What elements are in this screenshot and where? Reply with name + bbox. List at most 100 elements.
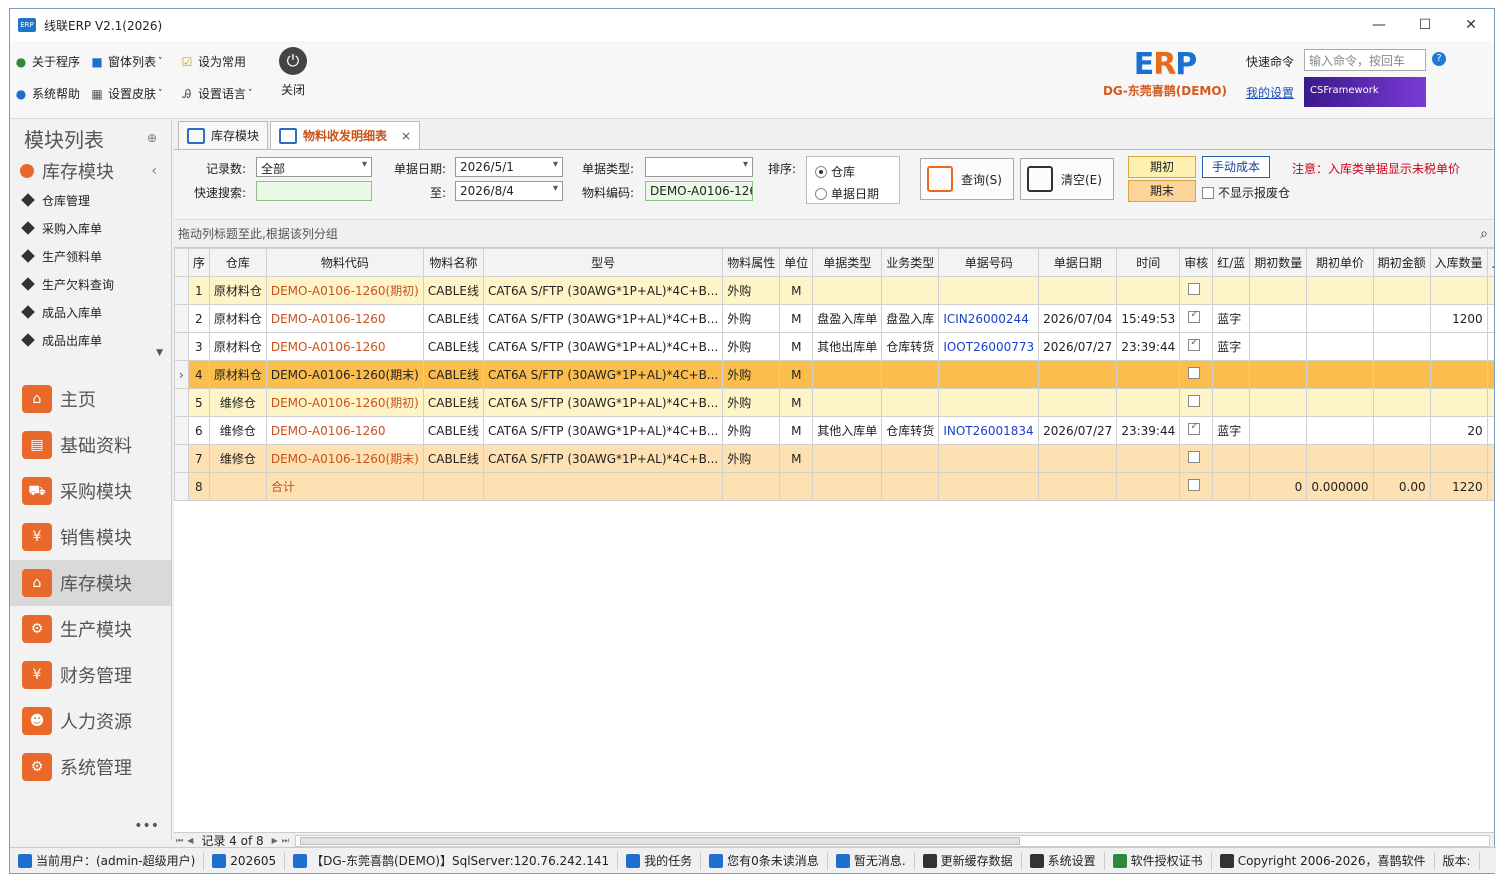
doc-type-select[interactable] (645, 157, 753, 177)
column-header[interactable]: 仓库 (208, 248, 267, 277)
table-row[interactable]: 1 原材料仓 DEMO-A0106-1260(期初) CABLE线 CAT6A S/FT… (174, 276, 1494, 305)
about-button[interactable]: ● 关于程序 (14, 53, 80, 70)
table-row[interactable]: › 4 原材料仓 DEMO-A0106-1260(期末) CABLE线 CAT6A S/F… (174, 360, 1494, 389)
status-item[interactable]: 【DG-东莞喜鹊(DEMO)】SqlServer:120.76.242.141 (285, 851, 619, 870)
audit-checkbox[interactable] (1179, 304, 1214, 333)
row-indicator[interactable] (174, 276, 189, 305)
language-button[interactable]: Ꭿ 设置语言 ˅ (180, 85, 253, 102)
column-header[interactable]: 单据类型 (812, 248, 883, 277)
audit-checkbox[interactable] (1179, 444, 1214, 473)
sidebar-subitem[interactable]: 生产领料单 (10, 242, 171, 270)
audit-checkbox[interactable] (1179, 388, 1214, 417)
quick-command-input[interactable]: 输入命令，按回车 (1304, 49, 1426, 71)
table-row[interactable]: 2 原材料仓 DEMO-A0106-1260 CABLE线 CAT6A S/FTP (3… (174, 304, 1494, 333)
column-header[interactable]: 入 (1486, 248, 1494, 277)
csframework-banner[interactable]: CSFramework (1304, 77, 1426, 107)
date-from-input[interactable]: 2026/5/1 (455, 157, 563, 177)
query-button[interactable]: 查询(S) (920, 158, 1014, 200)
skin-button[interactable]: ▦ 设置皮肤 ˅ (90, 85, 162, 102)
row-indicator[interactable] (174, 388, 189, 417)
status-item[interactable]: 更新缓存数据 (915, 851, 1022, 870)
table-row[interactable]: 5 维修仓 DEMO-A0106-1260(期初) CABLE线 CAT6A S/FTP… (174, 388, 1494, 417)
horizontal-scrollbar[interactable] (295, 834, 1490, 847)
search-icon[interactable]: ⌕ (1480, 226, 1488, 242)
column-header[interactable]: 审核 (1179, 248, 1214, 277)
table-row[interactable]: 6 维修仓 DEMO-A0106-1260 CABLE线 CAT6A S/FTP (30… (174, 416, 1494, 445)
module-system[interactable]: ⚙ 系统管理 (10, 744, 171, 790)
prev-record-icon[interactable]: ◀ (187, 836, 193, 845)
next-record-icon[interactable]: ▶ (272, 836, 278, 845)
sidebar-subitem[interactable]: 成品入库单 (10, 298, 171, 326)
record-count-select[interactable]: 全部 (256, 157, 372, 177)
group-by-bar[interactable]: 拖动列标题至此,根据该列分组 ⌕ (174, 220, 1494, 248)
column-header[interactable]: 期初单价 (1306, 248, 1374, 277)
material-code-input[interactable]: DEMO-A0106-1260 (645, 181, 753, 201)
table-row[interactable]: 7 维修仓 DEMO-A0106-1260(期末) CABLE线 CAT6A S/FTP… (174, 444, 1494, 473)
status-item[interactable]: 我的任务 (618, 851, 702, 870)
column-header[interactable]: 单位 (779, 248, 814, 277)
row-indicator[interactable] (174, 444, 189, 473)
column-header[interactable]: 期初金额 (1372, 248, 1431, 277)
audit-checkbox[interactable] (1179, 416, 1214, 445)
row-indicator[interactable] (174, 304, 189, 333)
module-basic-data[interactable]: ▤ 基础资料 (10, 422, 171, 468)
audit-checkbox[interactable] (1179, 360, 1214, 389)
minimize-button[interactable]: — (1356, 17, 1402, 33)
module-hr[interactable]: ☻ 人力资源 (10, 698, 171, 744)
window-list-button[interactable]: ■ 窗体列表 ˅ (90, 53, 162, 70)
my-settings-link[interactable]: 我的设置 (1246, 84, 1294, 101)
audit-checkbox[interactable] (1179, 276, 1214, 305)
status-item[interactable]: 当前用户：(admin-超级用户) (10, 851, 205, 870)
pin-icon[interactable]: ⊕ (147, 131, 157, 145)
module-purchase[interactable]: ⛟ 采购模块 (10, 468, 171, 514)
tab-inventory-module[interactable]: 库存模块 (178, 121, 269, 149)
table-row[interactable]: 8 合计 0 0.000000 0.00 1220 (174, 472, 1494, 501)
last-record-icon[interactable]: ⏭ (282, 836, 289, 846)
row-indicator[interactable] (174, 332, 189, 361)
column-header[interactable]: 物料名称 (422, 248, 484, 277)
column-header[interactable]: 红/蓝 (1212, 248, 1251, 277)
manual-cost-button[interactable]: 手动成本 (1202, 156, 1270, 178)
close-module-button[interactable]: ⏻ 关闭 (278, 47, 308, 98)
module-production[interactable]: ⚙ 生产模块 (10, 606, 171, 652)
status-item[interactable]: 版本: (1435, 851, 1480, 870)
close-tab-icon[interactable]: × (401, 129, 411, 143)
chevron-left-icon[interactable]: ‹ (151, 163, 157, 179)
sort-by-warehouse-radio[interactable]: 仓库 (815, 163, 855, 180)
hide-scrap-checkbox[interactable]: 不显示报废仓 (1202, 184, 1290, 201)
column-header[interactable]: 时间 (1116, 248, 1181, 277)
sidebar-subitem[interactable]: 生产欠料查询 (10, 270, 171, 298)
column-header[interactable]: 物料属性 (722, 248, 781, 277)
status-item[interactable]: Copyright 2006-2026，喜鹊软件 (1212, 851, 1435, 870)
audit-checkbox[interactable] (1179, 472, 1214, 501)
maximize-button[interactable]: ☐ (1402, 17, 1448, 33)
more-icon[interactable]: ••• (134, 818, 159, 834)
status-item[interactable]: 暂无消息. (828, 851, 915, 870)
column-header[interactable]: 期初数量 (1249, 248, 1308, 277)
sidebar-subitem[interactable]: 仓库管理 (10, 186, 171, 214)
period-end-button[interactable]: 期末 (1128, 180, 1196, 202)
module-sales[interactable]: ¥ 销售模块 (10, 514, 171, 560)
status-item[interactable]: 您有0条未读消息 (701, 851, 828, 870)
tab-material-detail[interactable]: 物料收发明细表 × (270, 121, 421, 149)
column-header[interactable]: 单据日期 (1038, 248, 1118, 277)
scroll-thumb[interactable] (300, 836, 1020, 845)
sort-by-date-radio[interactable]: 单据日期 (815, 185, 879, 202)
module-home[interactable]: ⌂ 主页 (10, 376, 171, 422)
row-indicator[interactable]: › (174, 360, 189, 389)
set-favorite-button[interactable]: ☑ 设为常用 (180, 53, 246, 70)
column-header[interactable]: 物料代码 (265, 248, 424, 277)
column-header[interactable]: 序 (187, 248, 210, 277)
audit-checkbox[interactable] (1179, 332, 1214, 361)
sidebar-group-inventory[interactable]: 库存模块 ‹ (10, 156, 171, 186)
quick-search-input[interactable] (256, 181, 372, 201)
module-finance[interactable]: ¥ 财务管理 (10, 652, 171, 698)
clear-button[interactable]: 清空(E) (1020, 158, 1114, 200)
status-item[interactable]: 软件授权证书 (1105, 851, 1212, 870)
sidebar-subitem[interactable]: 采购入库单 (10, 214, 171, 242)
sidebar-subitem[interactable]: 成品出库单 (10, 326, 171, 354)
module-inventory[interactable]: ⌂ 库存模块 (10, 560, 171, 606)
help-icon[interactable]: ? (1432, 52, 1446, 66)
row-indicator[interactable] (174, 472, 189, 501)
row-indicator[interactable] (174, 416, 189, 445)
